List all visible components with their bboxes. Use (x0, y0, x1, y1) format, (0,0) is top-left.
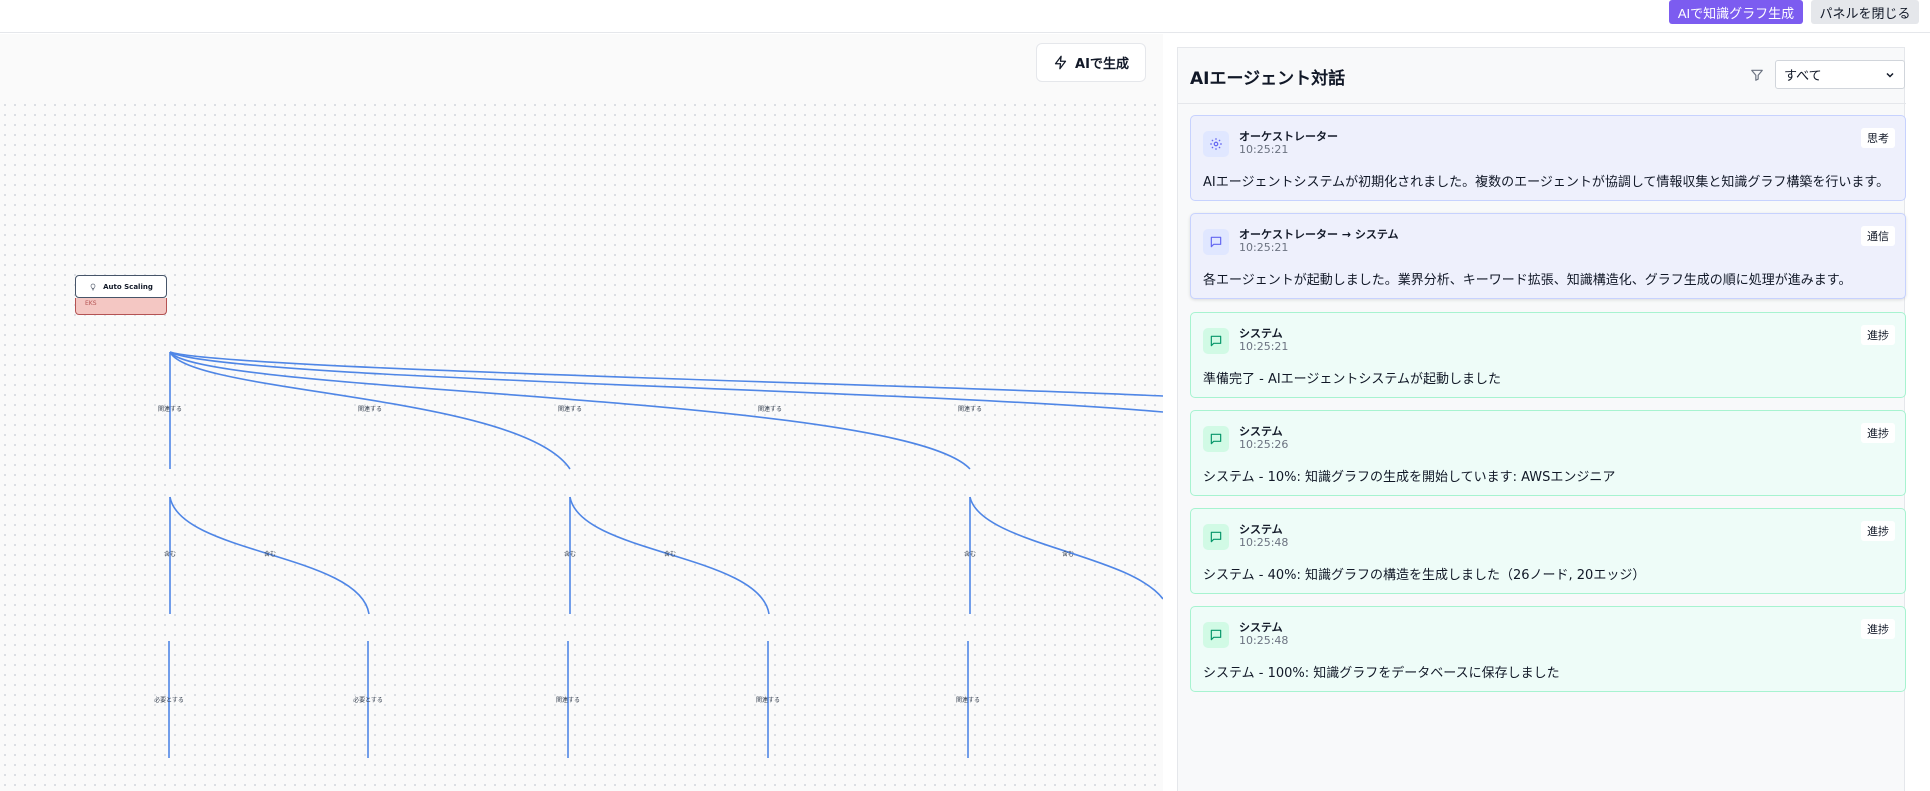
node-title: Auto Scaling (103, 282, 153, 291)
message-type-badge: 進捗 (1861, 325, 1895, 345)
edge-label: 関連する (958, 405, 982, 413)
agent-message: オーケストレーター → システム 10:25:21 通信 各エージェントが起動し… (1190, 213, 1906, 299)
message-time: 10:25:48 (1239, 634, 1289, 647)
message-icon-box (1203, 524, 1229, 550)
message-text: 準備完了 - AIエージェントシステムが起動しました (1203, 372, 1502, 387)
edge-label: 含む (264, 550, 276, 558)
message-time: 10:25:21 (1239, 241, 1289, 254)
message-time: 10:25:48 (1239, 536, 1289, 549)
top-bar: AIで知識グラフ生成 パネルを閉じる (0, 0, 1930, 33)
edge-label: 含む (664, 550, 676, 558)
edge-label: 関連する (756, 696, 780, 704)
message-sender: オーケストレーター (1239, 130, 1338, 143)
agent-message: システム 10:25:48 進捗 システム - 40%: 知識グラフの構造を生成… (1190, 508, 1906, 594)
message-filter-select[interactable]: すべて (1775, 60, 1905, 89)
chat-icon (1210, 629, 1222, 641)
graph-node[interactable]: Auto Scaling EKS (75, 275, 167, 315)
message-time: 10:25:21 (1239, 143, 1289, 156)
agent-message: システム 10:25:26 進捗 システム - 10%: 知識グラフの生成を開始… (1190, 410, 1906, 496)
edge-label: 必要とする (353, 696, 383, 704)
graph-edge (169, 351, 1163, 413)
graph-edges: 関連する 関連する 関連する 関連する 関連する 含む 含む 含む 含む 含む … (154, 351, 1163, 758)
message-sender: システム (1239, 327, 1283, 340)
edge-label: 関連する (556, 696, 580, 704)
chat-icon (1210, 236, 1222, 248)
agent-message: オーケストレーター 10:25:21 思考 AIエージェントシステムが初期化され… (1190, 115, 1906, 201)
message-type-badge: 思考 (1861, 128, 1895, 148)
message-type-badge: 進捗 (1861, 423, 1895, 443)
graph-edge (169, 351, 1163, 397)
ai-generate-label: AIで生成 (1075, 57, 1129, 72)
chat-icon (1210, 433, 1222, 445)
lightbulb-icon (90, 283, 96, 290)
message-sender: システム (1239, 523, 1283, 536)
edge-label: 関連する (758, 405, 782, 413)
node-subtitle: EKS (75, 298, 167, 315)
chat-icon (1210, 335, 1222, 347)
message-icon-box (1203, 622, 1229, 648)
message-sender: オーケストレーター → システム (1239, 228, 1399, 241)
message-type-badge: 進捗 (1861, 521, 1895, 541)
lightning-icon (1054, 55, 1067, 70)
message-text: システム - 10%: 知識グラフの生成を開始しています: AWSエンジニア (1203, 470, 1616, 485)
panel-divider (1178, 103, 1906, 104)
message-time: 10:25:21 (1239, 340, 1289, 353)
close-panel-button[interactable]: パネルを閉じる (1811, 0, 1919, 24)
graph-edge (969, 496, 1163, 600)
chevron-down-icon (1886, 72, 1894, 78)
generate-knowledge-graph-button[interactable]: AIで知識グラフ生成 (1669, 0, 1803, 24)
edge-label: 含む (564, 550, 576, 558)
message-sender: システム (1239, 621, 1283, 634)
edge-label: 関連する (956, 696, 980, 704)
gear-icon (1210, 138, 1222, 150)
agent-dialogue-panel: AIエージェント対話 すべて オーケストレーター 10:25:21 思考 AIエ… (1177, 47, 1906, 791)
edge-label: 関連する (558, 405, 582, 413)
edge-label: 必要とする (154, 696, 184, 704)
filter-icon (1751, 69, 1763, 81)
agent-message: システム 10:25:21 進捗 準備完了 - AIエージェントシステムが起動し… (1190, 312, 1906, 398)
edge-label: 関連する (358, 405, 382, 413)
message-text: システム - 40%: 知識グラフの構造を生成しました（26ノード, 20エッジ… (1203, 568, 1646, 583)
message-text: システム - 100%: 知識グラフをデータベースに保存しました (1203, 666, 1560, 681)
ai-generate-button[interactable]: AIで生成 (1036, 43, 1146, 82)
graph-canvas[interactable]: 関連する 関連する 関連する 関連する 関連する 含む 含む 含む 含む 含む … (0, 34, 1163, 791)
message-icon-box (1203, 328, 1229, 354)
edge-label: 含む (964, 550, 976, 558)
message-text: AIエージェントシステムが初期化されました。複数のエージェントが協調して情報収集… (1203, 175, 1890, 190)
chat-icon (1210, 531, 1222, 543)
message-icon-box (1203, 131, 1229, 157)
message-type-badge: 通信 (1861, 226, 1895, 246)
agent-message: システム 10:25:48 進捗 システム - 100%: 知識グラフをデータベ… (1190, 606, 1906, 692)
edge-label: 関連する (158, 405, 182, 413)
panel-title: AIエージェント対話 (1190, 69, 1346, 89)
message-icon-box (1203, 426, 1229, 452)
message-time: 10:25:26 (1239, 438, 1289, 451)
message-sender: システム (1239, 425, 1283, 438)
edge-label: 含む (1062, 550, 1074, 558)
filter-selected-value: すべて (1784, 69, 1822, 84)
node-header: Auto Scaling (75, 275, 167, 298)
message-type-badge: 進捗 (1861, 619, 1895, 639)
edge-label: 含む (164, 550, 176, 558)
message-text: 各エージェントが起動しました。業界分析、キーワード拡張、知識構造化、グラフ生成の… (1203, 273, 1852, 288)
message-icon-box (1203, 229, 1229, 255)
